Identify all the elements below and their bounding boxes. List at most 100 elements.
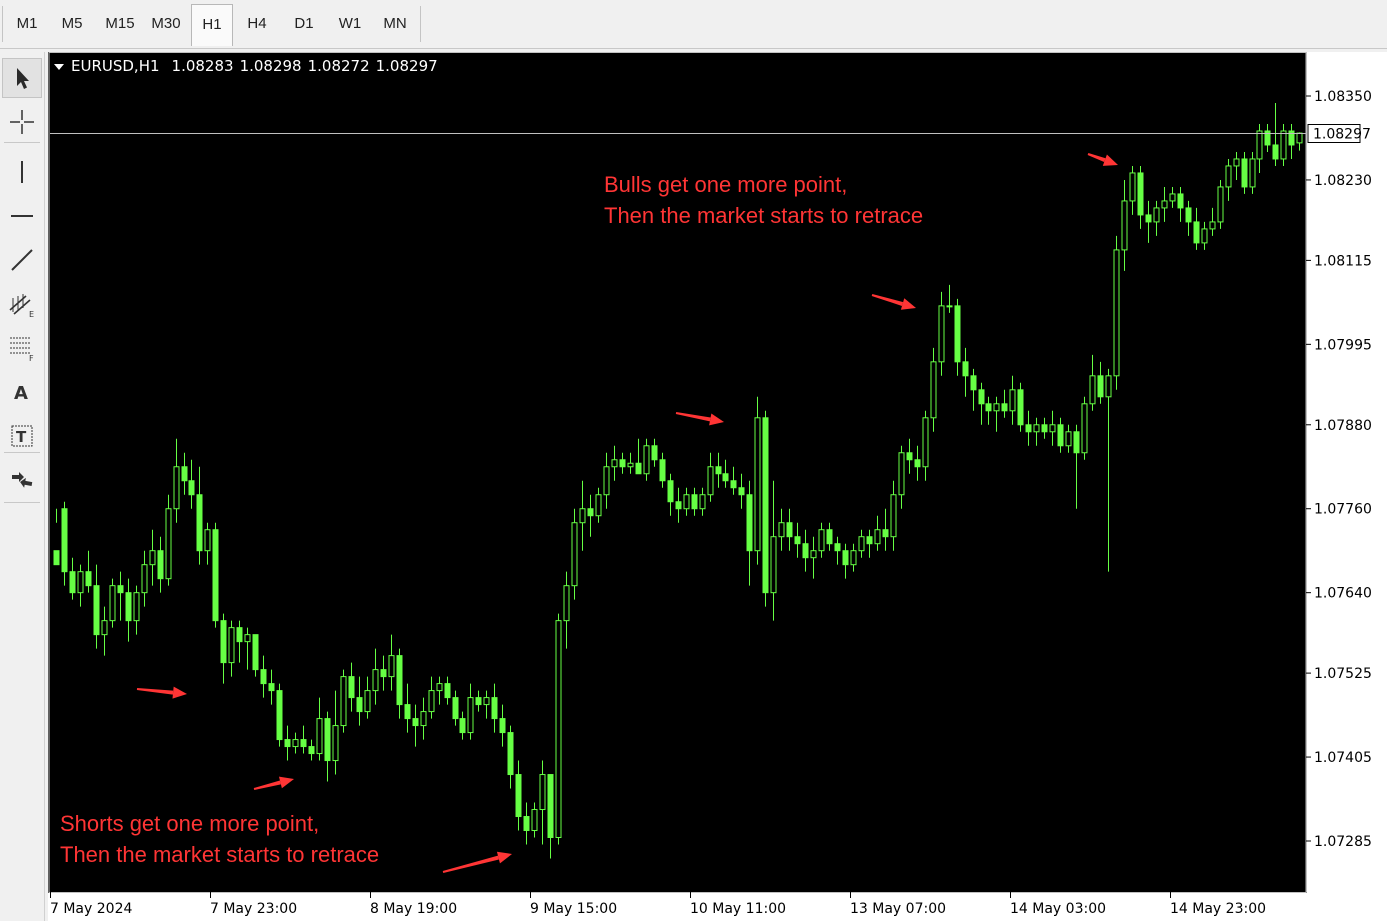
candle-body-bearish [188, 480, 195, 496]
candle [659, 452, 666, 488]
candle [260, 655, 267, 698]
cursor-tool[interactable] [2, 58, 42, 98]
vertical-line-tool[interactable] [2, 152, 42, 192]
timeframe-m30-button[interactable]: M30 [144, 4, 188, 44]
candle [228, 620, 235, 677]
timeframe-d1-button[interactable]: D1 [284, 4, 324, 44]
candle-body-bullish [922, 417, 929, 468]
timeframe-mn-button[interactable]: MN [375, 4, 415, 44]
candle [308, 739, 315, 761]
trendline-tool[interactable] [2, 240, 42, 280]
candle [93, 564, 100, 649]
candle-body-bullish [77, 571, 84, 594]
candle [332, 690, 339, 775]
shorts-annotation-line1: Shorts get one more point, [60, 811, 320, 836]
candle [173, 438, 180, 523]
candle-body-bullish [555, 620, 562, 839]
candle [675, 487, 682, 523]
candle-body-bullish [603, 466, 610, 496]
candle [826, 522, 833, 551]
candle-body-bearish [722, 473, 729, 482]
candle-body-bullish [1033, 424, 1040, 433]
timeframe-m15-button[interactable]: M15 [98, 4, 142, 44]
candle-body-bullish [993, 403, 1000, 412]
candle [842, 543, 849, 579]
timeframe-w1-button[interactable]: W1 [330, 4, 370, 44]
candle [276, 683, 283, 747]
candle-body-bullish [946, 305, 953, 308]
timeframe-h4-button[interactable]: H4 [237, 4, 277, 44]
text-label-tool[interactable]: T [2, 416, 42, 456]
candle [452, 690, 459, 726]
candle-body-bullish [1081, 403, 1088, 454]
candle [475, 690, 482, 712]
candle [587, 494, 594, 537]
chart-window[interactable]: 1.08350 1.08230 1.08115 1.07995 1.07880 1.077… [48, 52, 1387, 921]
candle [109, 578, 116, 628]
candle [1129, 165, 1136, 215]
candle [810, 536, 817, 579]
candle-body-bearish [619, 459, 626, 468]
time-tick-label: 7 May 2024 [50, 901, 132, 917]
time-tick-label: 8 May 19:00 [370, 901, 457, 917]
arrows-tool[interactable] [2, 460, 42, 500]
candle [922, 410, 929, 481]
candle [651, 438, 658, 467]
timeframe-m5-button[interactable]: M5 [52, 4, 92, 44]
fibonacci-retracement-tool[interactable]: F [2, 328, 42, 368]
timeframe-m1-button[interactable]: M1 [7, 4, 47, 44]
candle-body-bullish [810, 550, 817, 559]
candle [196, 466, 203, 565]
candle-body-bearish [348, 676, 355, 699]
candle [1081, 396, 1088, 460]
candle [722, 459, 729, 488]
candle-body-bearish [85, 571, 92, 587]
timeframe-h1-button[interactable]: H1 [191, 4, 233, 46]
candle-body-bullish [1049, 424, 1056, 433]
horizontal-line-tool[interactable] [2, 196, 42, 236]
candle-body-bullish [332, 725, 339, 762]
candle [746, 480, 753, 586]
candle [491, 683, 498, 733]
candle-body-bearish [356, 697, 363, 713]
equidistant-channel-icon: E [8, 290, 36, 318]
candle-body-bearish [1177, 193, 1184, 209]
candle [954, 298, 961, 376]
candle-body-bearish [587, 508, 594, 517]
candle-body-bearish [396, 655, 403, 706]
time-tick-label: 14 May 23:00 [1170, 901, 1266, 917]
candle-body-bearish [794, 536, 801, 545]
annotation-arrow-shaft [442, 855, 499, 873]
chart-menu-triangle-icon[interactable] [54, 63, 64, 70]
equidistant-channel-tool[interactable]: E [2, 284, 42, 324]
candle [818, 522, 825, 558]
candle-body-bullish [1153, 207, 1160, 223]
candle [1057, 417, 1064, 453]
candle [962, 347, 969, 397]
toolbar-separator [420, 6, 421, 42]
candle [1241, 151, 1248, 194]
annotation-arrow-shaft [136, 688, 174, 695]
candle [85, 550, 92, 593]
candle-body-bullish [165, 508, 172, 580]
candle [483, 690, 490, 719]
candle [531, 802, 538, 838]
candle-body-bearish [978, 389, 985, 405]
candle-body-bearish [1097, 375, 1104, 398]
candle [348, 662, 355, 712]
candle-body-bullish [890, 494, 897, 538]
candle [1161, 186, 1168, 222]
candle [268, 669, 275, 705]
candle-body-bearish [866, 536, 873, 545]
candle [212, 522, 219, 628]
annotation-arrow [442, 851, 512, 873]
candle [985, 396, 992, 425]
text-tool[interactable]: A [2, 372, 42, 412]
candle-body-bearish [675, 501, 682, 510]
candle [117, 571, 124, 621]
candle-body-bearish [308, 746, 315, 755]
candle [125, 578, 132, 642]
crosshair-tool[interactable] [2, 102, 42, 142]
candle-body-bullish [898, 452, 905, 496]
candle-body-bearish [268, 683, 275, 692]
